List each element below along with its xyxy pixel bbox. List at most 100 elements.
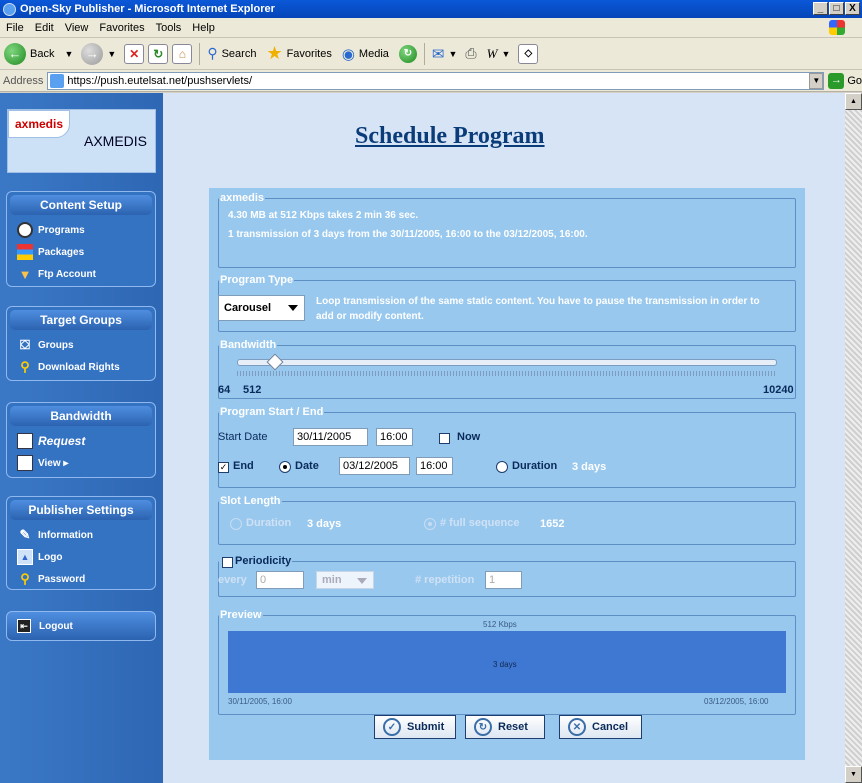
sidebar-item-password[interactable]: ⚲ Password [7,568,155,590]
scroll-down-icon[interactable]: ▼ [845,766,862,783]
every-input[interactable]: 0 [256,571,304,589]
now-checkbox[interactable] [439,433,450,444]
windows-logo-icon [829,20,845,35]
go-arrow-icon[interactable]: → [828,72,845,89]
duration-radio[interactable] [496,461,508,473]
go-button[interactable]: → Go [828,72,862,89]
back-dropdown-icon[interactable]: ▼ [64,49,73,59]
program-type-value[interactable]: Carousel [224,302,271,314]
menu-favorites[interactable]: Favorites [99,22,144,34]
chevron-down-icon[interactable] [357,578,367,584]
maximize-button[interactable]: □ [829,2,844,15]
menu-view[interactable]: View [65,22,89,34]
sidebar-item-request[interactable]: Request [7,430,155,452]
reset-label[interactable]: Reset [498,721,528,733]
reset-button[interactable]: ↻ Reset [465,715,545,739]
menu-edit[interactable]: Edit [35,22,54,34]
sidebar-item-label[interactable]: Request [38,434,85,448]
sidebar-item-label[interactable]: Programs [38,225,85,236]
duration-value: 3 days [572,461,607,473]
end-label: End [233,460,254,472]
back-arrow-icon[interactable]: ← [4,42,26,65]
forward-arrow-icon[interactable]: → [81,42,104,65]
cancel-button[interactable]: ✕ Cancel [559,715,642,739]
sidebar-item-label[interactable]: Logo [38,552,62,563]
slot-duration-value: 3 days [307,518,342,530]
mail-icon[interactable]: ✉ [432,45,445,63]
end-time-input[interactable]: 16:00 [416,457,453,475]
logout-label[interactable]: Logout [39,621,73,632]
messenger-icon[interactable]: ◇ [518,43,539,64]
sidebar-item-label[interactable]: Information [38,530,93,541]
forward-dropdown-icon[interactable]: ▼ [107,49,116,59]
sidebar-item-label[interactable]: Packages [38,247,84,258]
summary-line-2: 1 transmission of 3 days from the 30/11/… [228,229,588,240]
menu-tools[interactable]: Tools [156,22,182,34]
full-sequence-radio[interactable] [424,518,436,530]
menu-help[interactable]: Help [192,22,215,34]
search-icon[interactable]: ⚲ [207,45,217,62]
favorites-star-icon[interactable]: ★ [266,43,282,64]
sidebar-item-label[interactable]: Groups [38,340,74,351]
schedule-form: axmedis 4.30 MB at 512 Kbps takes 2 min … [209,188,805,760]
address-input[interactable]: https://push.eutelsat.net/pushservlets/ … [47,71,825,90]
submit-button[interactable]: ✓ Submit [374,715,456,739]
refresh-icon[interactable]: ↻ [148,43,169,64]
stop-icon[interactable]: ✕ [124,43,145,64]
address-url[interactable]: https://push.eutelsat.net/pushservlets/ [67,75,252,87]
sidebar-item-packages[interactable]: Packages [7,241,155,263]
word-icon[interactable]: W [487,46,498,62]
sidebar-item-label[interactable]: Password [38,574,85,585]
print-icon[interactable]: ⎙ [465,45,476,62]
period-unit-value[interactable]: min [322,574,342,586]
sidebar-item-groups[interactable]: ⛋ Groups [7,334,155,356]
sidebar-item-information[interactable]: ✎ Information [7,524,155,546]
window-controls: _ □ X [813,2,860,15]
sidebar-item-logo[interactable]: ▲ Logo [7,546,155,568]
favorites-button[interactable]: Favorites [287,48,332,60]
menu-bar: File Edit View Favorites Tools Help [0,18,862,38]
vertical-scrollbar[interactable]: ▲ ▼ [845,93,862,783]
sidebar-item-label[interactable]: View ▸ [38,458,68,469]
word-dropdown-icon[interactable]: ▼ [501,49,510,59]
minimize-button[interactable]: _ [813,2,828,15]
chevron-down-icon[interactable] [288,305,298,311]
summary-line-1: 4.30 MB at 512 Kbps takes 2 min 36 sec. [228,210,419,221]
media-icon[interactable]: ◉ [342,45,355,63]
sidebar-item-view[interactable]: View ▸ [7,452,155,474]
search-button[interactable]: Search [222,48,257,60]
back-button[interactable]: Back [30,48,54,60]
submit-label[interactable]: Submit [407,721,444,733]
sidebar-item-ftp-account[interactable]: ▼ Ftp Account [7,263,155,285]
home-icon[interactable]: ⌂ [172,43,193,64]
address-dropdown-icon[interactable]: ▼ [809,72,824,89]
history-icon[interactable]: ↻ [398,44,417,63]
logo-icon: ▲ [17,549,33,565]
slot-duration-radio[interactable] [230,518,242,530]
start-date-input[interactable]: 30/11/2005 [293,428,368,446]
close-button[interactable]: X [845,2,860,15]
sidebar-item-label[interactable]: Download Rights [38,362,120,373]
repetition-input[interactable]: 1 [485,571,522,589]
cancel-label[interactable]: Cancel [592,721,628,733]
sidebar-item-label[interactable]: Ftp Account [38,269,96,280]
bandwidth-max-label: 10240 [763,384,794,396]
media-button[interactable]: Media [359,48,389,60]
periodicity-checkbox[interactable] [222,557,233,568]
period-unit-select[interactable]: min [316,571,374,589]
scroll-up-icon[interactable]: ▲ [845,93,862,110]
end-date-radio[interactable] [279,461,291,473]
page-viewport: axmedis AXMEDIS Content Setup Programs P… [0,93,845,783]
end-date-input[interactable]: 03/12/2005 [339,457,410,475]
sidebar-item-programs[interactable]: Programs [7,219,155,241]
sidebar-item-download-rights[interactable]: ⚲ Download Rights [7,356,155,378]
bandwidth-slider-track[interactable] [237,359,777,366]
program-type-select[interactable]: Carousel [218,295,305,321]
start-time-input[interactable]: 16:00 [376,428,413,446]
menu-file[interactable]: File [6,22,24,34]
logout-button[interactable]: ⇤ Logout [6,611,156,641]
go-label[interactable]: Go [847,75,862,87]
repetition-label: # repetition [415,574,475,586]
mail-dropdown-icon[interactable]: ▼ [448,49,457,59]
end-checkbox[interactable]: ✓ [218,462,229,473]
